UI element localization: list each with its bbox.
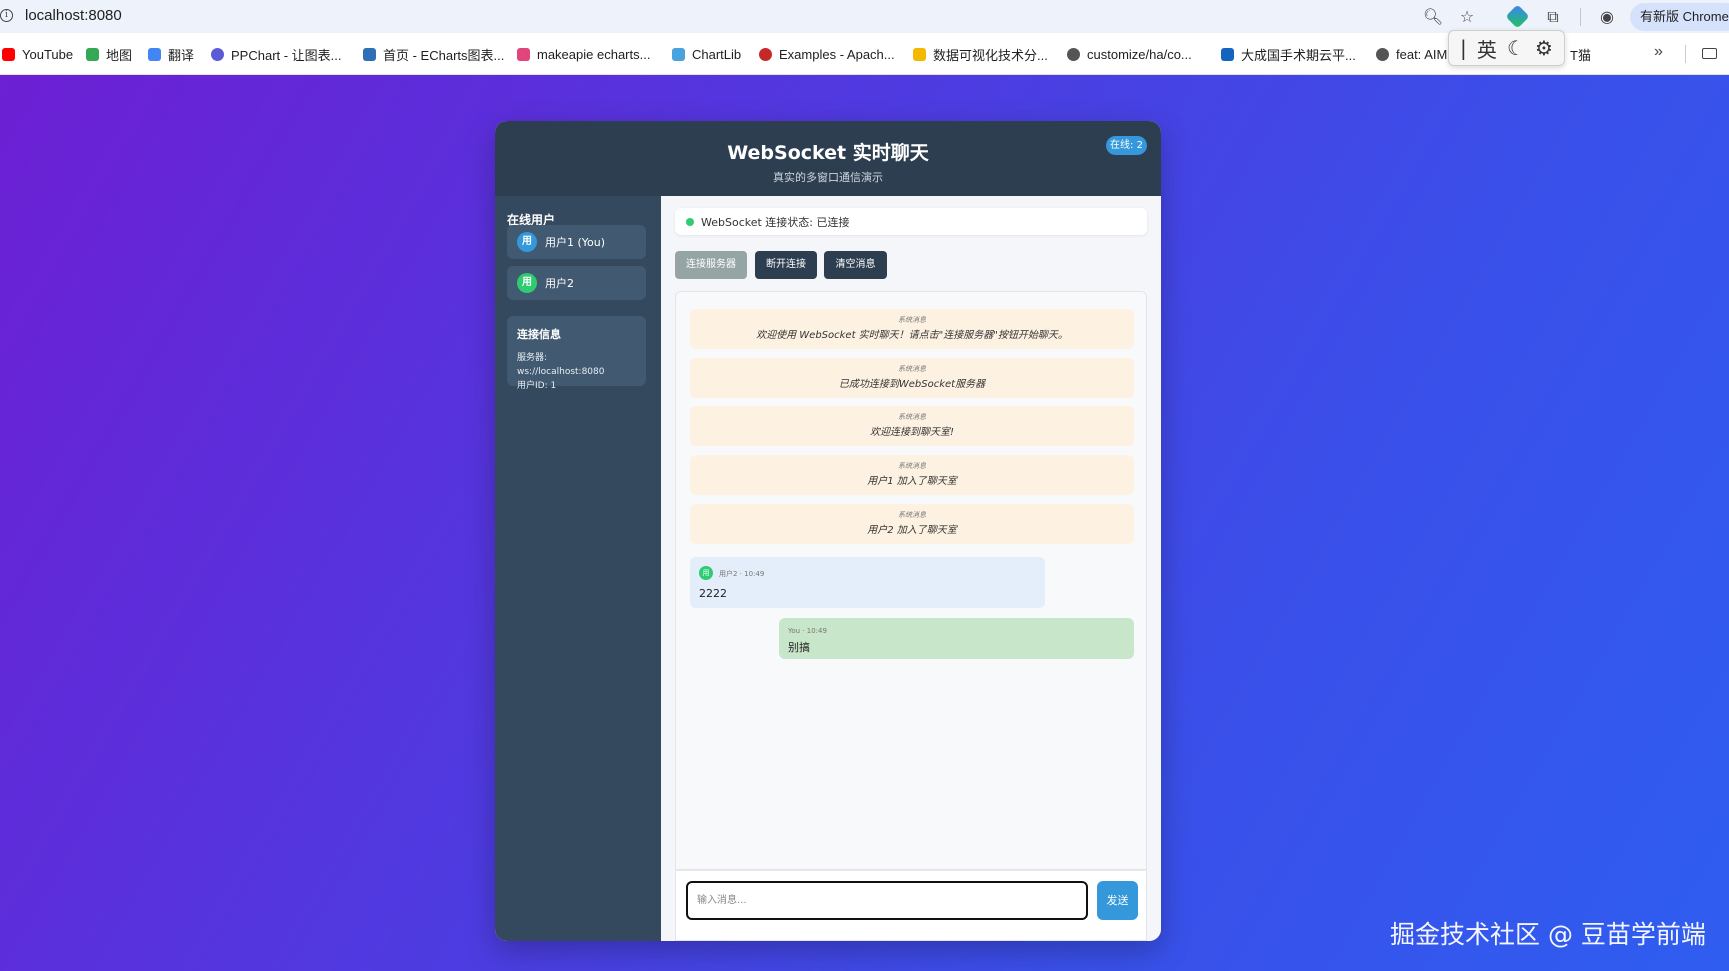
globe-icon — [1376, 47, 1389, 61]
message-composer: 发送 — [675, 870, 1147, 941]
avatar: 用 — [517, 273, 537, 293]
disconnect-button[interactable]: 断开连接 — [755, 251, 817, 279]
clear-messages-button[interactable]: 清空消息 — [824, 251, 887, 279]
bookmark-item[interactable]: 数据可视化技术分... — [913, 45, 1048, 63]
folder-icon[interactable] — [1702, 48, 1717, 59]
watermark: 掘金技术社区 @ 豆苗学前端 — [1390, 920, 1706, 949]
user-name: 用户1 (You) — [545, 236, 606, 249]
system-message: 系统消息 已成功连接到WebSocket服务器 — [690, 358, 1134, 398]
connection-info-title: 连接信息 — [517, 328, 561, 341]
connection-info-card: 连接信息 服务器: ws://localhost:8080 用户ID: 1 — [507, 316, 646, 391]
chat-main: WebSocket 连接状态: 已连接 连接服务器 断开连接 清空消息 系统消息… — [661, 196, 1161, 941]
extension-icon[interactable] — [1505, 4, 1530, 29]
send-button[interactable]: 发送 — [1097, 881, 1138, 920]
system-message: 系统消息 用户1 加入了聊天室 — [690, 455, 1134, 495]
toolbar-divider — [1580, 8, 1581, 26]
sidebar: 在线用户 用 用户1 (You) 用 用户2 连接信息 服务器: ws://lo… — [495, 196, 661, 941]
zoom-icon[interactable]: 🔍︎ — [1422, 6, 1444, 28]
bookmark-item[interactable]: makeapie echarts... — [517, 45, 650, 63]
bookmark-item[interactable]: feat: AIM — [1376, 45, 1447, 63]
system-message-text: 欢迎连接到聊天室! — [869, 427, 954, 438]
update-chrome-button[interactable]: 有新版 Chrome — [1630, 3, 1729, 31]
more-bookmarks-icon[interactable]: » — [1654, 43, 1663, 61]
connection-status: WebSocket 连接状态: 已连接 — [675, 208, 1147, 235]
apache-icon — [759, 47, 772, 61]
user-name: 用户2 — [545, 277, 574, 290]
user-item-2[interactable]: 用 用户2 — [507, 266, 646, 300]
chat-message-mine: You · 10:49 别搞 — [779, 618, 1134, 659]
message-text: 2222 — [699, 587, 727, 600]
system-message-text: 用户2 加入了聊天室 — [867, 525, 957, 536]
globe-icon — [1067, 47, 1080, 61]
server-address: 服务器: ws://localhost:8080 — [517, 353, 605, 377]
bookmark-item[interactable]: PPChart - 让图表... — [211, 45, 342, 63]
system-message: 系统消息 欢迎连接到聊天室! — [690, 406, 1134, 446]
system-message-text: 用户1 加入了聊天室 — [867, 476, 957, 487]
browser-address-bar: i localhost:8080 🔍︎ ☆ ⧉ ◉ 有新版 Chrome — [0, 0, 1729, 33]
system-message-text: 已成功连接到WebSocket服务器 — [838, 379, 986, 390]
connect-button[interactable]: 连接服务器 — [675, 251, 747, 279]
gear-icon[interactable]: ⚙ — [1535, 36, 1553, 60]
maps-icon — [86, 47, 99, 61]
youtube-icon — [2, 47, 15, 61]
system-message-text: 欢迎使用 WebSocket 实时聊天！请点击"连接服务器"按钮开始聊天。 — [756, 330, 1068, 341]
system-message-label: 系统消息 — [898, 365, 926, 373]
ime-mode-toggle[interactable]: 英 — [1477, 34, 1497, 63]
system-message-label: 系统消息 — [898, 511, 926, 519]
cursor-icon[interactable]: | — [1460, 36, 1467, 60]
url-text[interactable]: localhost:8080 — [25, 7, 122, 24]
message-meta: You · 10:49 — [788, 627, 827, 635]
dacheng-icon — [1221, 47, 1234, 61]
bookmark-item[interactable]: T猫 — [1570, 45, 1591, 63]
bookmark-item[interactable]: customize/ha/co... — [1067, 45, 1192, 63]
makeapie-icon — [517, 47, 530, 61]
bookmark-item[interactable]: Examples - Apach... — [759, 45, 895, 63]
avatar: 用 — [699, 566, 713, 580]
dataviz-icon — [913, 47, 926, 61]
ime-toolbar: | 英 ☾ ⚙ — [1448, 30, 1565, 66]
echarts-icon — [363, 47, 376, 61]
status-text: WebSocket 连接状态: 已连接 — [701, 215, 850, 229]
system-message: 系统消息 欢迎使用 WebSocket 实时聊天！请点击"连接服务器"按钮开始聊… — [690, 309, 1134, 349]
bookmark-item[interactable]: 翻译 — [148, 45, 194, 63]
message-meta: 用户2 · 10:49 — [719, 570, 765, 578]
ppchart-icon — [211, 47, 224, 61]
page-subtitle: 真实的多窗口通信演示 — [773, 171, 883, 184]
puzzle-icon[interactable]: ⧉ — [1542, 6, 1564, 28]
app-header: WebSocket 实时聊天 真实的多窗口通信演示 在线: 2 — [495, 121, 1161, 196]
info-icon[interactable]: i — [0, 9, 13, 22]
chat-app: WebSocket 实时聊天 真实的多窗口通信演示 在线: 2 在线用户 用 用… — [495, 121, 1161, 941]
system-message-label: 系统消息 — [898, 316, 926, 324]
translate-icon — [148, 47, 161, 61]
system-message-label: 系统消息 — [898, 413, 926, 421]
message-input[interactable] — [686, 881, 1088, 920]
bookmark-item[interactable]: YouTube — [2, 45, 73, 63]
avatar: 用 — [517, 232, 537, 252]
page-title: WebSocket 实时聊天 — [727, 142, 929, 164]
bookmark-item[interactable]: 首页 - ECharts图表... — [363, 45, 504, 63]
bookmark-item[interactable]: ChartLib — [672, 45, 741, 63]
user-item-1[interactable]: 用 用户1 (You) — [507, 225, 646, 259]
bookmark-item[interactable]: 大成国手术期云平... — [1221, 45, 1356, 63]
user-id: 用户ID: 1 — [517, 381, 557, 391]
online-count-badge: 在线: 2 — [1106, 136, 1147, 155]
profile-icon[interactable]: ◉ — [1596, 6, 1618, 28]
system-message: 系统消息 用户2 加入了聊天室 — [690, 504, 1134, 544]
moon-icon[interactable]: ☾ — [1507, 36, 1525, 60]
chat-message-other: 用 用户2 · 10:49 2222 — [690, 557, 1045, 608]
system-message-label: 系统消息 — [898, 462, 926, 470]
star-icon[interactable]: ☆ — [1456, 6, 1478, 28]
chartlib-icon — [672, 47, 685, 61]
message-text: 别搞 — [788, 641, 810, 654]
bookmarks-divider — [1685, 45, 1686, 63]
message-list[interactable]: 系统消息 欢迎使用 WebSocket 实时聊天！请点击"连接服务器"按钮开始聊… — [675, 291, 1147, 870]
status-dot-icon — [686, 217, 694, 226]
bookmark-item[interactable]: 地图 — [86, 45, 132, 63]
